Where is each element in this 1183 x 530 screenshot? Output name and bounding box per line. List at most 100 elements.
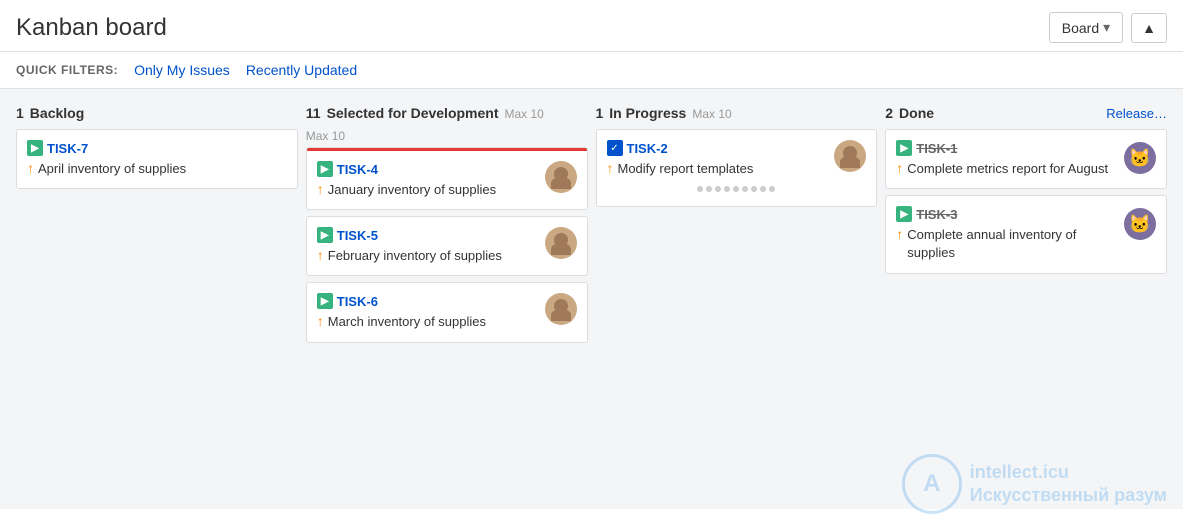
dot <box>769 186 775 192</box>
column-max-in-progress: Max 10 <box>692 107 731 121</box>
board-button-label: Board <box>1062 20 1099 36</box>
story-icon: ▶ <box>317 161 333 177</box>
column-header-done: 2 Done Release… <box>885 101 1167 129</box>
table-row[interactable]: ▶TISK-3 ↑Complete annual inventory of sup… <box>885 195 1167 273</box>
card-priority-row: ↑Complete metrics report for August <box>896 160 1116 178</box>
card-left: ▶ TISK-1 ↑Complete metrics report for Augu… <box>896 140 1116 178</box>
column-selected-for-development: 11Selected for DevelopmentMax 10Max 10▶T… <box>306 101 588 497</box>
column-header-backlog: 1 Backlog <box>16 101 298 129</box>
card-priority-row: ↑January inventory of supplies <box>317 181 545 199</box>
cards-area-in-progress: ✓ TISK-2 ↑Modify report templates <box>596 129 878 497</box>
card-left: ▶TISK-3 ↑Complete annual inventory of sup… <box>896 206 1116 262</box>
card-title: Complete annual inventory of supplies <box>907 226 1116 262</box>
board-button[interactable]: Board ▾ <box>1049 12 1123 43</box>
card-title: March inventory of supplies <box>328 313 486 331</box>
column-title-backlog: Backlog <box>30 105 84 121</box>
avatar: 🐱 <box>1124 208 1156 240</box>
board-container: 1 Backlog ▶ TISK-7 ↑April inventory of suppl… <box>0 89 1183 509</box>
dot <box>733 186 739 192</box>
card-title: Complete metrics report for August <box>907 160 1108 178</box>
card-left: ▶ TISK-4 ↑January inventory of supplies <box>317 161 545 199</box>
column-done: 2DoneRelease…▶TISK-1↑Complete metrics re… <box>885 101 1167 497</box>
card-priority-row: ↑February inventory of supplies <box>317 247 545 265</box>
card-priority-row: ↑March inventory of supplies <box>317 313 545 331</box>
card-id-row: ▶ TISK-6 <box>317 293 545 309</box>
column-count-in-progress: 1 <box>596 105 604 121</box>
card-id-row: ▶ TISK-4 <box>317 161 545 177</box>
table-row[interactable]: ▶ TISK-4 ↑January inventory of supplies <box>306 147 588 210</box>
priority-icon: ↑ <box>317 313 324 329</box>
column-count-selected-for-development: 11 <box>306 105 321 121</box>
story-icon: ▶ <box>317 227 333 243</box>
collapse-button[interactable]: ▲ <box>1131 13 1167 43</box>
card-left: ✓ TISK-2 ↑Modify report templates <box>607 140 835 178</box>
card-row: ▶ TISK-6 ↑March inventory of supplies <box>317 293 577 331</box>
card-title: Modify report templates <box>618 160 754 178</box>
card-top-bar <box>307 148 587 151</box>
card-id-row: ▶ TISK-1 <box>896 140 1116 156</box>
priority-icon: ↑ <box>896 226 903 242</box>
avatar <box>545 293 577 325</box>
story-icon: ▶ <box>317 293 333 309</box>
story-icon: ▶ <box>896 140 912 156</box>
priority-icon: ↑ <box>607 160 614 176</box>
card-row: ▶ TISK-5 ↑February inventory of supplies <box>317 227 577 265</box>
avatar <box>545 161 577 193</box>
column-title-done: Done <box>899 105 934 121</box>
dropdown-arrow-icon: ▾ <box>1103 19 1110 36</box>
dot <box>715 186 721 192</box>
card-row: ▶TISK-3 ↑Complete annual inventory of sup… <box>896 206 1156 262</box>
card-id-row: ▶ TISK-7 <box>27 140 287 156</box>
quick-filters-label: QUICK FILTERS: <box>16 63 118 77</box>
dot <box>742 186 748 192</box>
table-row[interactable]: ▶ TISK-5 ↑February inventory of supplies <box>306 216 588 276</box>
card-id-row: ✓ TISK-2 <box>607 140 835 156</box>
header-controls: Board ▾ ▲ <box>1049 12 1167 43</box>
cards-area-backlog: ▶ TISK-7 ↑April inventory of supplies <box>16 129 298 497</box>
card-id-link[interactable]: TISK-5 <box>337 228 378 243</box>
table-row[interactable]: ▶ TISK-1 ↑Complete metrics report for Augu… <box>885 129 1167 189</box>
card-id-link[interactable]: TISK-6 <box>337 294 378 309</box>
card-id-link[interactable]: TISK-3 <box>916 207 957 222</box>
card-id-link[interactable]: TISK-4 <box>337 162 378 177</box>
column-max-row-selected-for-development: Max 10 <box>306 129 588 147</box>
priority-icon: ↑ <box>317 247 324 263</box>
cards-area-selected-for-development: ▶ TISK-4 ↑January inventory of supplies ▶ TI… <box>306 147 588 497</box>
page-header: Kanban board Board ▾ ▲ <box>0 0 1183 52</box>
card-row: ▶ TISK-4 ↑January inventory of supplies <box>317 161 577 199</box>
dot <box>724 186 730 192</box>
filter-only-my-issues[interactable]: Only My Issues <box>134 62 230 78</box>
column-count-backlog: 1 <box>16 105 24 121</box>
column-title-in-progress: In Progress <box>609 105 686 121</box>
quick-filters-bar: QUICK FILTERS: Only My Issues Recently U… <box>0 52 1183 89</box>
dot <box>706 186 712 192</box>
column-in-progress: 1 In Progress Max 10 ✓ TISK-2 ↑Modify report … <box>596 101 878 497</box>
card-left: ▶ TISK-7 ↑April inventory of supplies <box>27 140 287 178</box>
checkbox-icon: ✓ <box>607 140 623 156</box>
avatar: 🐱 <box>1124 142 1156 174</box>
table-row[interactable]: ▶ TISK-6 ↑March inventory of supplies <box>306 282 588 342</box>
filter-recently-updated[interactable]: Recently Updated <box>246 62 357 78</box>
card-id-row: ▶ TISK-5 <box>317 227 545 243</box>
column-backlog: 1 Backlog ▶ TISK-7 ↑April inventory of suppl… <box>16 101 298 497</box>
card-id-link[interactable]: TISK-7 <box>47 141 88 156</box>
card-id-link[interactable]: TISK-2 <box>627 141 668 156</box>
column-extra-link-done[interactable]: Release… <box>1106 106 1167 121</box>
avatar <box>834 140 866 172</box>
cards-area-done: ▶TISK-1↑Complete metrics report for Augu… <box>885 129 1167 497</box>
story-icon: ▶ <box>27 140 43 156</box>
card-left: ▶ TISK-6 ↑March inventory of supplies <box>317 293 545 331</box>
card-row: ▶ TISK-7 ↑April inventory of supplies <box>27 140 287 178</box>
table-row[interactable]: ▶ TISK-7 ↑April inventory of supplies <box>16 129 298 189</box>
page-title: Kanban board <box>16 14 167 42</box>
column-title-selected-for-development: Selected for Development <box>327 105 499 121</box>
card-dots <box>607 182 867 196</box>
card-title: February inventory of supplies <box>328 247 502 265</box>
priority-icon: ↑ <box>317 181 324 197</box>
table-row[interactable]: ✓ TISK-2 ↑Modify report templates <box>596 129 878 207</box>
card-priority-row: ↑April inventory of supplies <box>27 160 287 178</box>
card-id-link[interactable]: TISK-1 <box>916 141 957 156</box>
column-count-done: 2 <box>885 105 893 121</box>
dot <box>751 186 757 192</box>
card-id-row: ▶TISK-3 <box>896 206 1116 222</box>
